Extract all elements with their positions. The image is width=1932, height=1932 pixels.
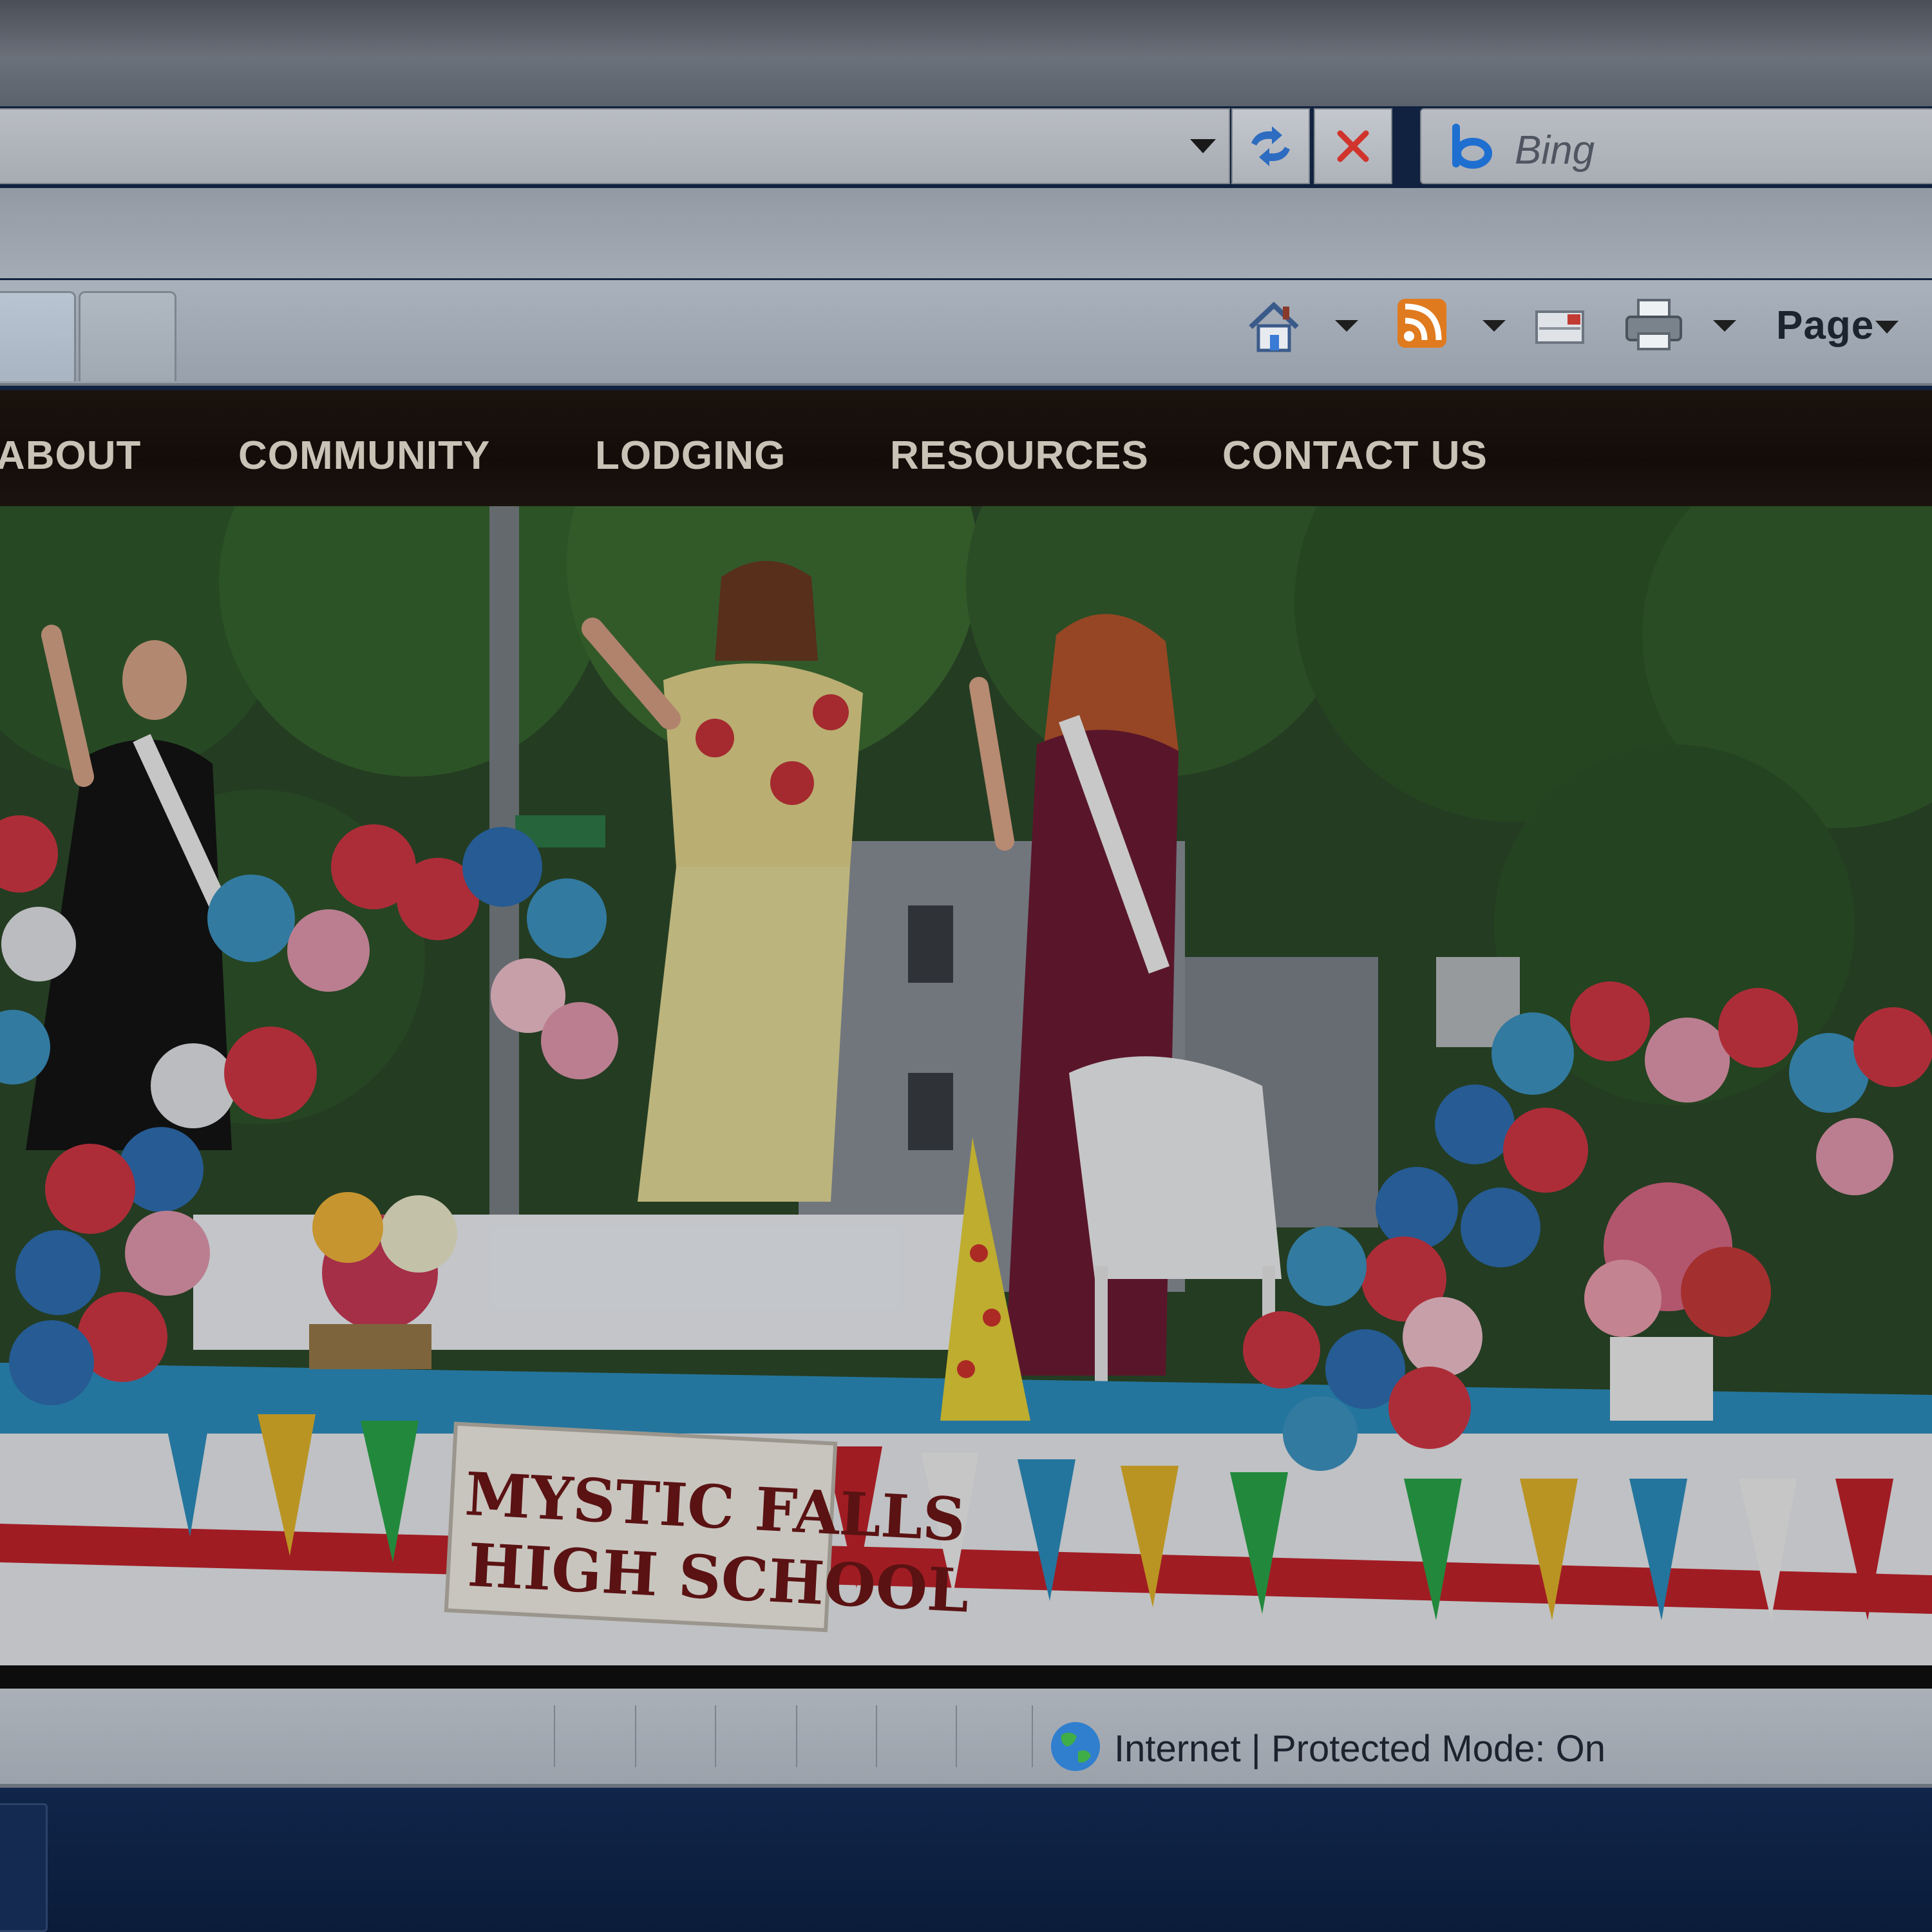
rss-dropdown-icon[interactable] [1482, 320, 1506, 332]
mail-icon[interactable] [1535, 309, 1584, 345]
bing-icon [1452, 124, 1492, 169]
address-bar[interactable] [0, 108, 1230, 184]
print-icon[interactable] [1624, 298, 1683, 352]
home-icon[interactable] [1244, 298, 1303, 357]
stop-button[interactable] [1314, 108, 1392, 184]
security-zone-status[interactable]: Internet | Protected Mode: On [1114, 1727, 1605, 1770]
nav-contact-us[interactable]: CONTACT US [1222, 433, 1488, 478]
home-dropdown-icon[interactable] [1335, 320, 1358, 332]
window-titlebar [0, 0, 1932, 106]
favorites-bar [0, 188, 1932, 278]
status-divider [876, 1705, 877, 1767]
address-dropdown-arrow-icon[interactable] [1190, 139, 1216, 153]
stop-icon [1337, 130, 1369, 162]
nav-resources[interactable]: RESOURCES [890, 433, 1149, 478]
page-menu[interactable]: Page [1776, 303, 1874, 348]
globe-icon [1051, 1722, 1100, 1771]
status-bar [0, 1689, 1932, 1788]
status-divider [554, 1705, 555, 1767]
taskbar [0, 1788, 1932, 1932]
page-menu-arrow-icon[interactable] [1875, 321, 1899, 334]
nav-lodging[interactable]: LODGING [595, 433, 786, 478]
status-divider [956, 1705, 957, 1767]
refresh-icon [1251, 126, 1290, 166]
status-divider [796, 1705, 797, 1767]
nav-community[interactable]: COMMUNITY [238, 433, 490, 478]
taskbar-button[interactable] [0, 1803, 48, 1932]
nav-about[interactable]: ABOUT [0, 433, 141, 478]
status-divider [715, 1705, 716, 1767]
status-divider [635, 1705, 636, 1767]
hero-dim-overlay [0, 506, 1932, 1665]
print-dropdown-icon[interactable] [1713, 320, 1736, 332]
rss-feed-icon[interactable] [1396, 298, 1448, 349]
hero-photo: MYSTIC FALLS HIGH SCHOOL [0, 506, 1932, 1665]
status-divider [1032, 1705, 1033, 1767]
search-placeholder: Bing [1515, 128, 1595, 173]
tab-new[interactable] [79, 291, 176, 381]
page-bottom-edge [0, 1665, 1932, 1689]
search-box[interactable]: Bing [1420, 108, 1932, 184]
tab-current[interactable] [0, 291, 76, 381]
refresh-button[interactable] [1231, 108, 1310, 184]
